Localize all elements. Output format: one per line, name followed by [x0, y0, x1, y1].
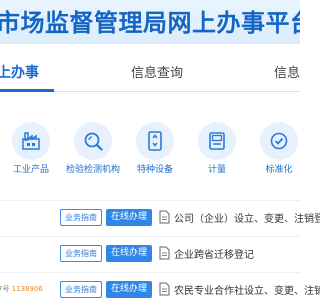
online-apply-button[interactable]: 在线办理: [106, 209, 152, 226]
category-label: 检验检测机构: [65, 165, 120, 175]
service-title[interactable]: 公司（企业）设立、变更、注销登: [174, 210, 320, 225]
document-icon: [159, 246, 170, 260]
category-icon-circle: [74, 122, 112, 160]
category-label: 标准化: [265, 165, 293, 175]
document-icon: [159, 282, 170, 296]
category-label: 特种设备: [136, 165, 173, 175]
service-row: 7号 1138906 业务指南 在线办理 农民专业合作社设立、变更、注销登: [0, 278, 320, 300]
category-icon-circle: [12, 122, 50, 160]
row-divider: [0, 200, 300, 201]
category-metrology[interactable]: 计量: [186, 118, 246, 178]
category-label: 计量: [207, 165, 226, 175]
category-label: 工业产品: [12, 165, 49, 175]
category-special-equipment[interactable]: 特种设备: [124, 118, 184, 178]
online-apply-button[interactable]: 在线办理: [106, 281, 152, 298]
guide-button[interactable]: 业务指南: [60, 209, 102, 226]
online-apply-button[interactable]: 在线办理: [106, 245, 152, 262]
guide-button[interactable]: 业务指南: [60, 281, 102, 298]
category-inspection-agencies[interactable]: 检验检测机构: [62, 118, 122, 178]
tab-info-query[interactable]: 信息查询: [131, 62, 183, 81]
scale-meter-icon: [209, 132, 225, 150]
category-icon-circle: [260, 122, 298, 160]
header-banner: 市场监督管理局网上办事平台: [0, 0, 300, 44]
category-icon-circle: [198, 122, 236, 160]
category-tiles: 工业产品 检验检测机构 特种设备 计量 标准化: [0, 118, 300, 180]
category-industrial-products[interactable]: 工业产品: [0, 118, 60, 178]
guide-button[interactable]: 业务指南: [60, 245, 102, 262]
service-row: 业务指南 在线办理 公司（企业）设立、变更、注销登: [0, 206, 320, 230]
document-icon: [159, 210, 170, 224]
magnifier-icon: [84, 132, 103, 151]
category-icon-circle: [136, 122, 174, 160]
tab-online-service[interactable]: 上办事: [0, 62, 39, 82]
main-tabs: 上办事 信息查询 信息: [0, 52, 300, 92]
active-tab-indicator: [0, 89, 54, 92]
elevator-icon: [148, 131, 162, 151]
category-standardization[interactable]: 标准化: [248, 118, 308, 178]
hotline-digits: 1138906: [11, 285, 43, 293]
factory-icon: [22, 132, 40, 150]
site-title: 市场监督管理局网上办事平台: [0, 9, 300, 37]
tab-info-public[interactable]: 信息: [274, 62, 300, 81]
service-title[interactable]: 农民专业合作社设立、变更、注销登: [174, 282, 320, 297]
row-divider: [0, 236, 300, 237]
standard-check-icon: [270, 132, 288, 150]
service-row: 业务指南 在线办理 企业跨省迁移登记: [0, 242, 300, 266]
service-title[interactable]: 企业跨省迁移登记: [174, 246, 254, 261]
row-divider: [0, 272, 300, 273]
hotline-number: 7号 1138906: [0, 285, 43, 293]
